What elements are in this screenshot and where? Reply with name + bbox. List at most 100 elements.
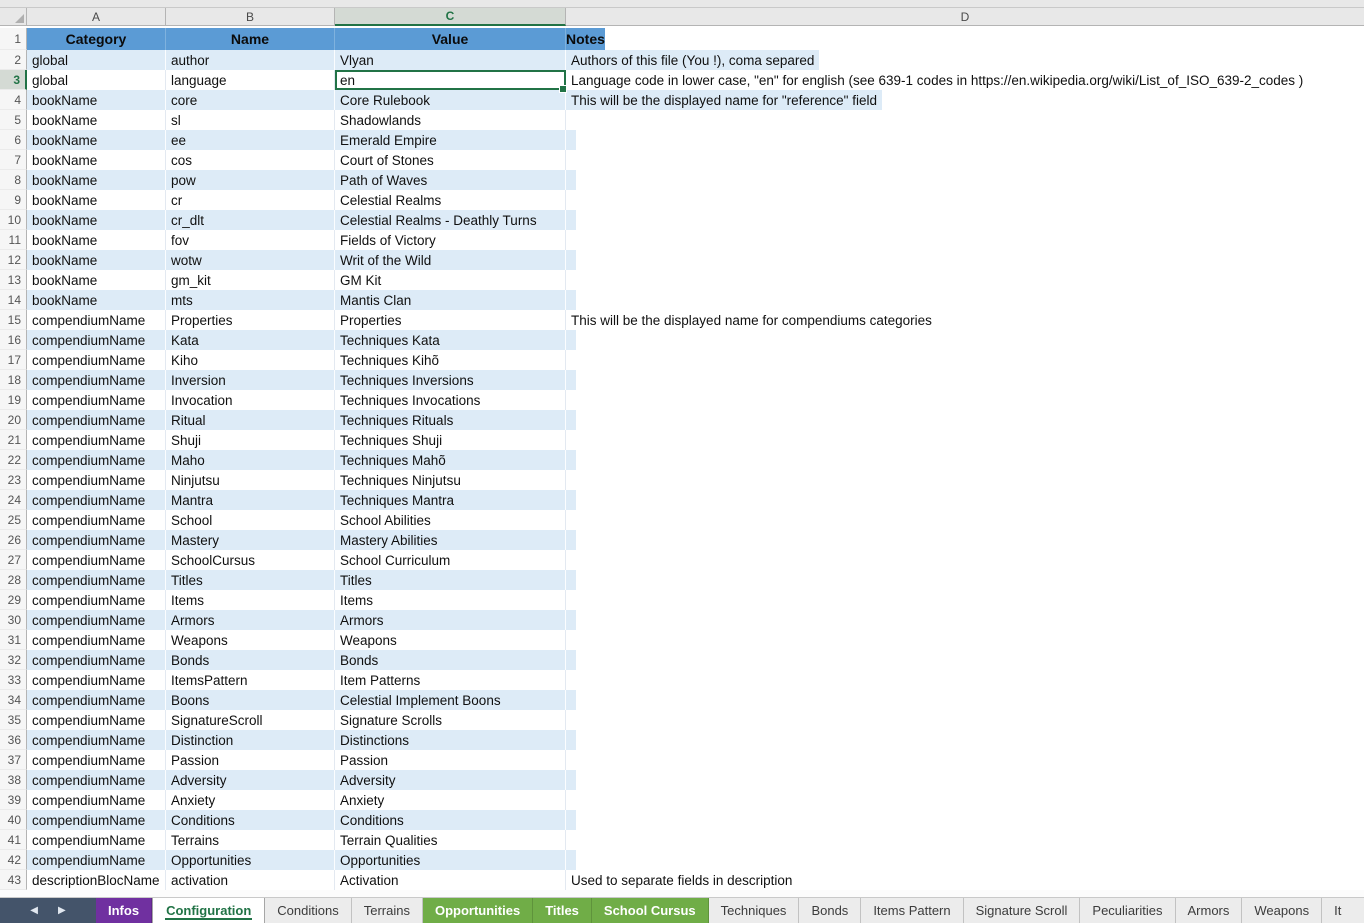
cell-d16[interactable] — [566, 330, 576, 350]
cell-a36[interactable]: compendiumName — [27, 730, 166, 750]
cell-c33[interactable]: Item Patterns — [335, 670, 566, 690]
cell-b20[interactable]: Ritual — [166, 410, 335, 430]
cell-a3[interactable]: global — [27, 70, 166, 90]
cell-c26[interactable]: Mastery Abilities — [335, 530, 566, 550]
row-number[interactable]: 37 — [0, 750, 27, 770]
cell-a35[interactable]: compendiumName — [27, 710, 166, 730]
header-cell-a[interactable]: Category — [27, 28, 166, 50]
cell-b21[interactable]: Shuji — [166, 430, 335, 450]
cell-c19[interactable]: Techniques Invocations — [335, 390, 566, 410]
row-number[interactable]: 2 — [0, 50, 27, 70]
sheet-nav-right-icon[interactable]: ▶ — [58, 905, 66, 916]
sheet-nav-left-icon[interactable]: ◀ — [30, 905, 38, 916]
row-number[interactable]: 19 — [0, 390, 27, 410]
cell-b31[interactable]: Weapons — [166, 630, 335, 650]
cell-a23[interactable]: compendiumName — [27, 470, 166, 490]
sheet-tab-peculiarities[interactable]: Peculiarities — [1080, 898, 1175, 923]
cell-d12[interactable] — [566, 250, 576, 270]
cell-c9[interactable]: Celestial Realms — [335, 190, 566, 210]
cell-b27[interactable]: SchoolCursus — [166, 550, 335, 570]
sheet-tab-it[interactable]: It — [1322, 898, 1364, 923]
cell-d37[interactable] — [566, 750, 576, 770]
row-number[interactable]: 13 — [0, 270, 27, 290]
cell-a24[interactable]: compendiumName — [27, 490, 166, 510]
cell-b22[interactable]: Maho — [166, 450, 335, 470]
cell-a21[interactable]: compendiumName — [27, 430, 166, 450]
cell-b7[interactable]: cos — [166, 150, 335, 170]
sheet-tab-techniques[interactable]: Techniques — [709, 898, 800, 923]
cell-a2[interactable]: global — [27, 50, 166, 70]
cell-c38[interactable]: Adversity — [335, 770, 566, 790]
cell-b32[interactable]: Bonds — [166, 650, 335, 670]
row-number[interactable]: 40 — [0, 810, 27, 830]
cell-d31[interactable] — [566, 630, 576, 650]
cell-a6[interactable]: bookName — [27, 130, 166, 150]
cell-c24[interactable]: Techniques Mantra — [335, 490, 566, 510]
column-header-d[interactable]: D — [566, 8, 1364, 26]
cell-d25[interactable] — [566, 510, 576, 530]
cell-d6[interactable] — [566, 130, 576, 150]
cell-d32[interactable] — [566, 650, 576, 670]
cell-a38[interactable]: compendiumName — [27, 770, 166, 790]
cell-b16[interactable]: Kata — [166, 330, 335, 350]
cell-c36[interactable]: Distinctions — [335, 730, 566, 750]
row-number[interactable]: 10 — [0, 210, 27, 230]
cell-d29[interactable] — [566, 590, 576, 610]
cell-a19[interactable]: compendiumName — [27, 390, 166, 410]
cell-b15[interactable]: Properties — [166, 310, 335, 330]
cell-c43[interactable]: Activation — [335, 870, 566, 890]
cell-c6[interactable]: Emerald Empire — [335, 130, 566, 150]
cell-d15[interactable]: This will be the displayed name for comp… — [566, 310, 937, 330]
cell-d18[interactable] — [566, 370, 576, 390]
cell-a32[interactable]: compendiumName — [27, 650, 166, 670]
row-number[interactable]: 27 — [0, 550, 27, 570]
cell-a7[interactable]: bookName — [27, 150, 166, 170]
cell-a27[interactable]: compendiumName — [27, 550, 166, 570]
sheet-tab-armors[interactable]: Armors — [1176, 898, 1243, 923]
cell-d41[interactable] — [566, 830, 576, 850]
row-number[interactable]: 41 — [0, 830, 27, 850]
header-cell-b[interactable]: Name — [166, 28, 335, 50]
cell-c28[interactable]: Titles — [335, 570, 566, 590]
cell-a8[interactable]: bookName — [27, 170, 166, 190]
cell-a28[interactable]: compendiumName — [27, 570, 166, 590]
header-cell-c[interactable]: Value — [335, 28, 566, 50]
cell-c8[interactable]: Path of Waves — [335, 170, 566, 190]
cell-b23[interactable]: Ninjutsu — [166, 470, 335, 490]
row-number[interactable]: 5 — [0, 110, 27, 130]
row-number[interactable]: 20 — [0, 410, 27, 430]
cell-a29[interactable]: compendiumName — [27, 590, 166, 610]
cell-a17[interactable]: compendiumName — [27, 350, 166, 370]
cell-c37[interactable]: Passion — [335, 750, 566, 770]
cell-d28[interactable] — [566, 570, 576, 590]
cell-b12[interactable]: wotw — [166, 250, 335, 270]
cell-c14[interactable]: Mantis Clan — [335, 290, 566, 310]
cell-a15[interactable]: compendiumName — [27, 310, 166, 330]
row-number[interactable]: 15 — [0, 310, 27, 330]
row-number[interactable]: 32 — [0, 650, 27, 670]
cell-b43[interactable]: activation — [166, 870, 335, 890]
cell-a13[interactable]: bookName — [27, 270, 166, 290]
cell-c12[interactable]: Writ of the Wild — [335, 250, 566, 270]
row-number[interactable]: 14 — [0, 290, 27, 310]
cell-a4[interactable]: bookName — [27, 90, 166, 110]
row-number[interactable]: 4 — [0, 90, 27, 110]
cell-b24[interactable]: Mantra — [166, 490, 335, 510]
cell-a18[interactable]: compendiumName — [27, 370, 166, 390]
cell-c16[interactable]: Techniques Kata — [335, 330, 566, 350]
cell-a5[interactable]: bookName — [27, 110, 166, 130]
cell-d38[interactable] — [566, 770, 576, 790]
cell-d8[interactable] — [566, 170, 576, 190]
sheet-tab-opportunities[interactable]: Opportunities — [423, 898, 533, 923]
cell-a16[interactable]: compendiumName — [27, 330, 166, 350]
sheet-tab-infos[interactable]: Infos — [96, 898, 152, 923]
sheet-tab-items-pattern[interactable]: Items Pattern — [861, 898, 963, 923]
cell-b18[interactable]: Inversion — [166, 370, 335, 390]
sheet-tab-titles[interactable]: Titles — [533, 898, 592, 923]
cell-d7[interactable] — [566, 150, 576, 170]
sheet-tab-conditions[interactable]: Conditions — [265, 898, 351, 923]
column-header-b[interactable]: B — [166, 8, 335, 26]
cell-b29[interactable]: Items — [166, 590, 335, 610]
sheet-tab-configuration[interactable]: Configuration — [152, 898, 265, 923]
cell-a26[interactable]: compendiumName — [27, 530, 166, 550]
